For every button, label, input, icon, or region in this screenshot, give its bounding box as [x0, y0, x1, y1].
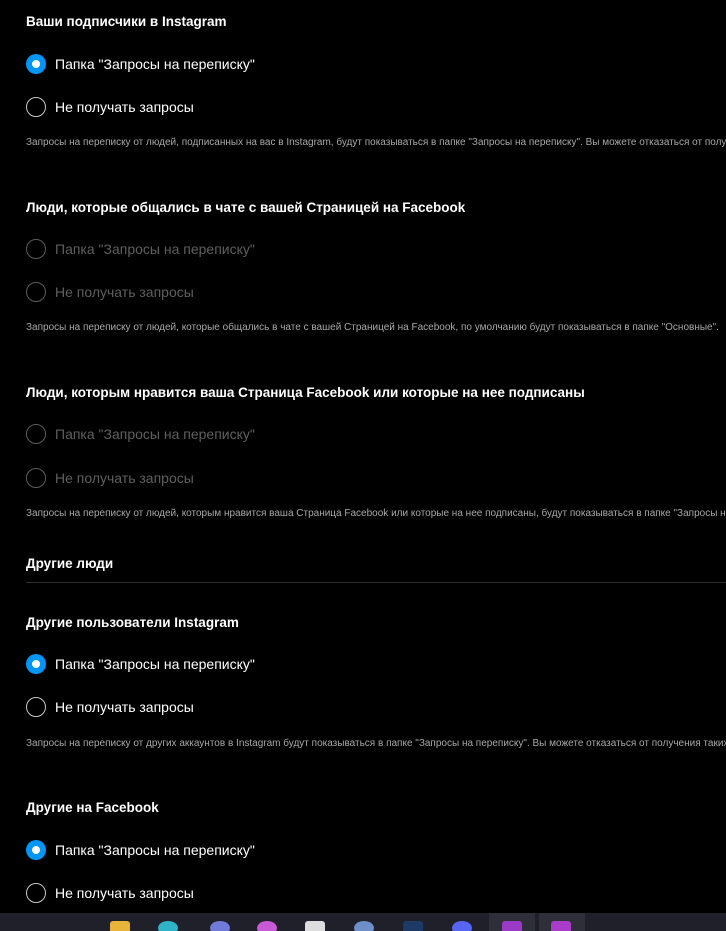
radio-option-no-requests[interactable]: Не получать запросы — [26, 95, 194, 119]
app-icon[interactable] — [305, 921, 325, 931]
section-title-other-instagram-users: Другие пользователи Instagram — [26, 615, 239, 630]
radio-option-label: Папка "Запросы на переписку" — [55, 241, 255, 257]
radio-option-no-requests[interactable]: Не получать запросы — [26, 695, 194, 719]
radio-option-label: Не получать запросы — [55, 699, 194, 715]
message-requests-settings: Ваши подписчики в Instagram Папка "Запро… — [0, 0, 726, 913]
section-description: Запросы на переписку от людей, которым н… — [26, 508, 726, 519]
file-explorer-icon[interactable] — [110, 921, 130, 931]
app-icon[interactable] — [210, 921, 230, 931]
section-title-facebook-page-fans: Люди, которым нравится ваша Страница Fac… — [26, 385, 585, 400]
radio-unchecked-icon[interactable] — [26, 883, 46, 903]
photoshop-icon[interactable] — [403, 921, 423, 931]
app-icon[interactable] — [257, 921, 277, 931]
radio-checked-icon[interactable] — [26, 54, 46, 74]
radio-option-label: Папка "Запросы на переписку" — [55, 656, 255, 672]
radio-option-no-requests: Не получать запросы — [26, 280, 194, 304]
other-people-heading: Другие люди — [26, 556, 114, 571]
divider — [26, 582, 726, 583]
radio-option-requests-folder: Папка "Запросы на переписку" — [26, 422, 255, 446]
section-title-instagram-followers: Ваши подписчики в Instagram — [26, 14, 227, 29]
radio-option-label: Не получать запросы — [55, 470, 194, 486]
section-description: Запросы на переписку от людей, подписанн… — [26, 137, 726, 148]
discord-icon[interactable] — [452, 921, 472, 931]
radio-option-no-requests[interactable]: Не получать запросы — [26, 881, 194, 905]
radio-unchecked-icon — [26, 424, 46, 444]
radio-unchecked-icon[interactable] — [26, 97, 46, 117]
radio-option-label: Папка "Запросы на переписку" — [55, 842, 255, 858]
radio-option-requests-folder[interactable]: Папка "Запросы на переписку" — [26, 652, 255, 676]
app-icon[interactable] — [502, 921, 522, 931]
radio-option-no-requests: Не получать запросы — [26, 466, 194, 490]
radio-option-label: Папка "Запросы на переписку" — [55, 426, 255, 442]
section-title-facebook-chat: Люди, которые общались в чате с вашей Ст… — [26, 200, 466, 215]
radio-option-requests-folder: Папка "Запросы на переписку" — [26, 237, 255, 261]
section-description: Запросы на переписку от других аккаунтов… — [26, 738, 726, 749]
radio-option-label: Не получать запросы — [55, 99, 194, 115]
radio-unchecked-icon — [26, 468, 46, 488]
radio-option-label: Папка "Запросы на переписку" — [55, 56, 255, 72]
radio-option-label: Не получать запросы — [55, 885, 194, 901]
radio-option-requests-folder[interactable]: Папка "Запросы на переписку" — [26, 52, 255, 76]
app-icon[interactable] — [551, 921, 571, 931]
taskbar — [0, 913, 726, 931]
radio-unchecked-icon[interactable] — [26, 697, 46, 717]
section-title-others-on-facebook: Другие на Facebook — [26, 800, 159, 815]
radio-checked-icon[interactable] — [26, 654, 46, 674]
radio-unchecked-icon — [26, 282, 46, 302]
radio-option-label: Не получать запросы — [55, 284, 194, 300]
section-description: Запросы на переписку от людей, которые о… — [26, 322, 719, 333]
radio-option-requests-folder[interactable]: Папка "Запросы на переписку" — [26, 838, 255, 862]
radio-unchecked-icon — [26, 239, 46, 259]
app-icon[interactable] — [354, 921, 374, 931]
radio-checked-icon[interactable] — [26, 840, 46, 860]
edge-browser-icon[interactable] — [158, 921, 178, 931]
